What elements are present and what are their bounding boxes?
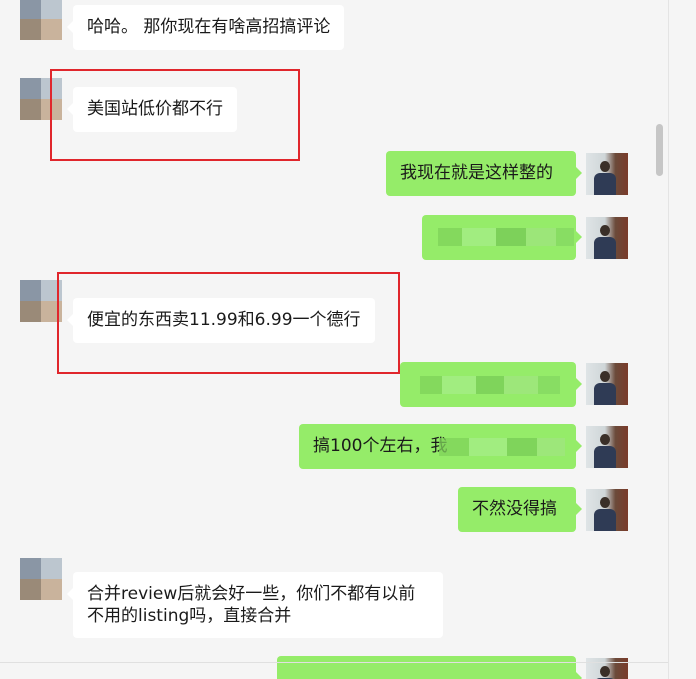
- message-bubble-outgoing[interactable]: [422, 215, 582, 260]
- message-bubble-incoming[interactable]: 哈哈。 那你现在有啥高招搞评论: [67, 5, 345, 50]
- red-highlight-box: [57, 272, 400, 374]
- bubble-tail: [67, 588, 73, 600]
- message-bubble-outgoing[interactable]: 搞100个左右，我: [299, 424, 582, 469]
- message-bubble-outgoing[interactable]: [277, 656, 582, 679]
- message-text: 合并review后就会好一些，你们不都有以前不用的listing吗，直接合并: [87, 584, 416, 626]
- red-highlight-box: [50, 69, 300, 161]
- contact-avatar[interactable]: [20, 558, 62, 600]
- bubble-tail: [67, 21, 73, 33]
- contact-avatar[interactable]: [20, 280, 62, 322]
- self-avatar[interactable]: [586, 363, 628, 405]
- bubble-tail: [576, 503, 582, 515]
- self-avatar[interactable]: [586, 217, 628, 259]
- message-text: 哈哈。 那你现在有啥高招搞评论: [87, 17, 331, 37]
- message-bubble-outgoing[interactable]: 不然没得搞: [458, 487, 582, 532]
- bubble-tail: [576, 672, 582, 679]
- self-avatar[interactable]: [586, 426, 628, 468]
- bubble-tail: [576, 378, 582, 390]
- scrollbar-thumb[interactable]: [656, 124, 663, 176]
- redacted-text: [420, 376, 560, 394]
- self-avatar[interactable]: [586, 153, 628, 195]
- message-text: 搞100个左右，我: [313, 436, 448, 456]
- bubble-tail: [576, 440, 582, 452]
- redacted-text: [438, 228, 574, 246]
- bubble-tail: [576, 167, 582, 179]
- message-text: 我现在就是这样整的: [400, 163, 553, 183]
- self-avatar[interactable]: [586, 489, 628, 531]
- input-divider: [0, 662, 668, 663]
- message-bubble-outgoing[interactable]: [400, 362, 582, 407]
- bubble-tail: [576, 231, 582, 243]
- scrollbar-track[interactable]: [668, 0, 696, 679]
- message-text: 不然没得搞: [472, 499, 557, 519]
- message-bubble-incoming[interactable]: 合并review后就会好一些，你们不都有以前不用的listing吗，直接合并: [67, 572, 443, 638]
- contact-avatar[interactable]: [20, 0, 62, 40]
- message-bubble-outgoing[interactable]: 我现在就是这样整的: [386, 151, 582, 196]
- chat-message-area[interactable]: 哈哈。 那你现在有啥高招搞评论 美国站低价都不行 我现在就是这样整的 便宜的东西…: [0, 0, 668, 679]
- redacted-text: [439, 438, 565, 456]
